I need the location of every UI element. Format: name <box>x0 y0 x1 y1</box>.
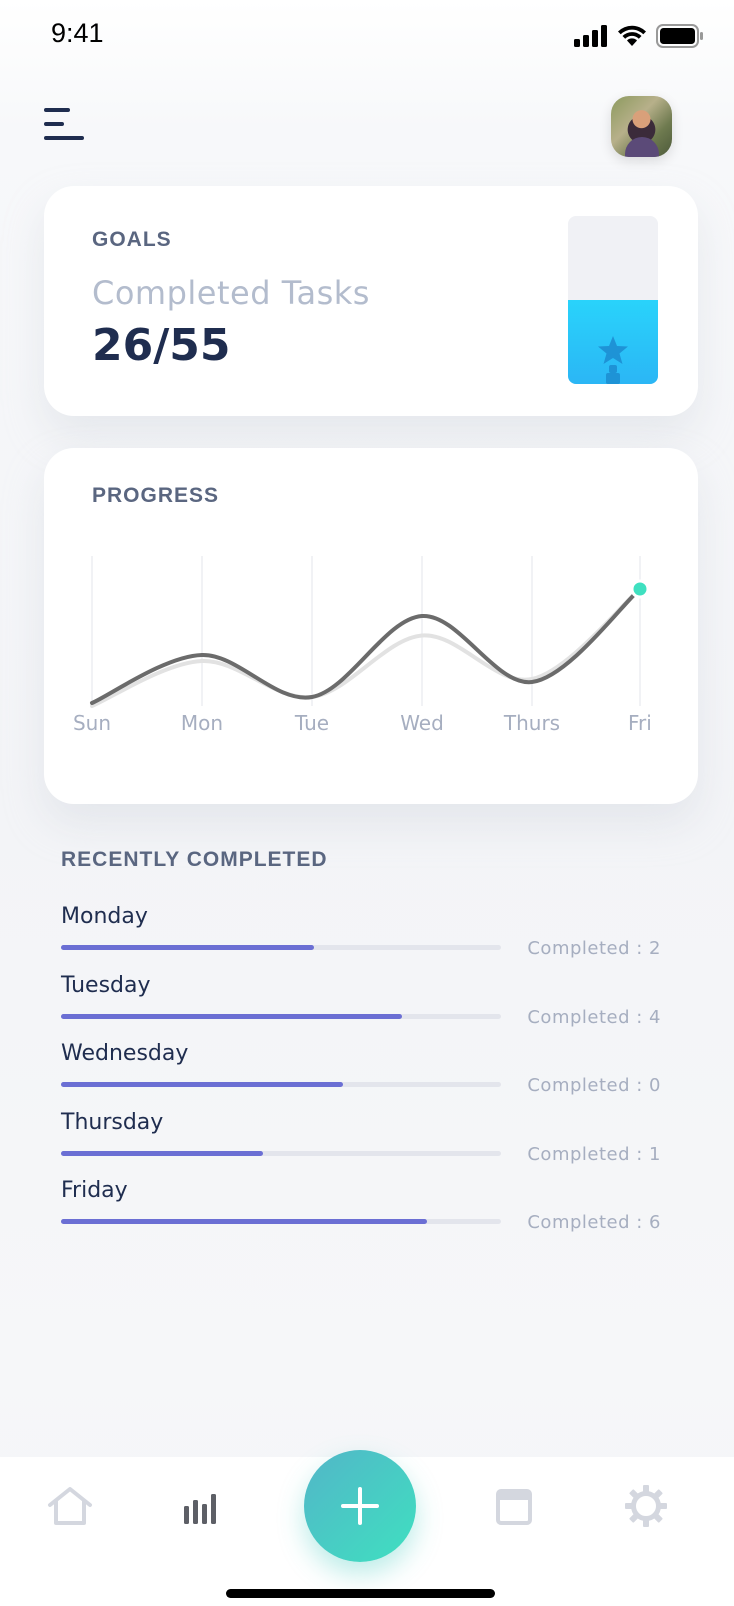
calendar-icon[interactable] <box>496 1489 532 1525</box>
chart-x-tick-label: Thurs <box>503 711 560 735</box>
goals-card: GOALS Completed Tasks 26/55 <box>44 186 698 416</box>
recent-item-progress-fill <box>61 1014 402 1019</box>
recent-item[interactable]: Wednesday Completed : 0 <box>61 1041 661 1101</box>
recent-item-progress-track <box>61 1151 501 1156</box>
recent-item-day: Monday <box>61 904 148 929</box>
recent-item-progress-track <box>61 1082 501 1087</box>
chart-series-line-primary <box>90 587 642 705</box>
recent-item-progress-track <box>61 945 501 950</box>
recent-item-count: Completed : 2 <box>527 938 661 959</box>
goals-value: 26/55 <box>92 320 231 371</box>
chart-x-tick-label: Fri <box>628 711 652 735</box>
add-button[interactable] <box>304 1450 416 1562</box>
chart-highlight-point[interactable] <box>630 579 650 599</box>
recent-item-progress-fill <box>61 1219 428 1224</box>
home-icon[interactable] <box>46 1486 94 1526</box>
recent-item-count: Completed : 4 <box>527 1007 661 1028</box>
recent-item-progress-fill <box>61 1082 343 1087</box>
chart-x-tick-label: Sun <box>73 711 111 735</box>
recent-item-count: Completed : 1 <box>527 1144 661 1165</box>
recent-item-day: Thursday <box>61 1110 164 1135</box>
recently-completed-label: RECENTLY COMPLETED <box>61 848 328 871</box>
recent-item[interactable]: Thursday Completed : 1 <box>61 1110 661 1170</box>
recent-item[interactable]: Monday Completed : 2 <box>61 904 661 964</box>
avatar[interactable] <box>611 96 672 157</box>
chart-x-tick-label: Mon <box>181 711 223 735</box>
recent-item-day: Wednesday <box>61 1041 189 1066</box>
home-indicator <box>226 1589 495 1598</box>
status-time: 9:41 <box>51 18 104 48</box>
recent-item[interactable]: Friday Completed : 6 <box>61 1178 661 1238</box>
signal-icon <box>574 25 607 47</box>
chart-x-tick-label: Wed <box>400 711 444 735</box>
recent-item-count: Completed : 0 <box>527 1075 661 1096</box>
goals-subtitle: Completed Tasks <box>92 274 370 312</box>
status-icons <box>574 24 704 48</box>
settings-icon[interactable] <box>624 1484 668 1528</box>
recent-item-day: Tuesday <box>61 973 151 998</box>
recent-item-progress-fill <box>61 1151 264 1156</box>
chart-series-line-secondary <box>90 587 642 708</box>
recent-item-day: Friday <box>61 1178 128 1203</box>
wifi-icon <box>618 25 646 46</box>
recent-item-progress-track <box>61 1014 501 1019</box>
recent-item-progress-track <box>61 1219 501 1224</box>
recent-item[interactable]: Tuesday Completed : 4 <box>61 973 661 1033</box>
chart-x-tick-label: Tue <box>294 711 329 735</box>
menu-icon[interactable] <box>44 108 84 142</box>
battery-icon <box>656 24 703 48</box>
goal-meter <box>568 216 658 384</box>
recent-item-count: Completed : 6 <box>527 1212 661 1233</box>
progress-card: PROGRESS Sun Mon Tue Wed Thurs Fri <box>44 448 698 804</box>
stats-icon[interactable] <box>182 1490 222 1524</box>
goals-label: GOALS <box>92 228 172 251</box>
progress-line-chart: Sun Mon Tue Wed Thurs Fri <box>73 556 652 735</box>
recent-item-progress-fill <box>61 945 314 950</box>
trophy-star-icon <box>598 336 628 384</box>
